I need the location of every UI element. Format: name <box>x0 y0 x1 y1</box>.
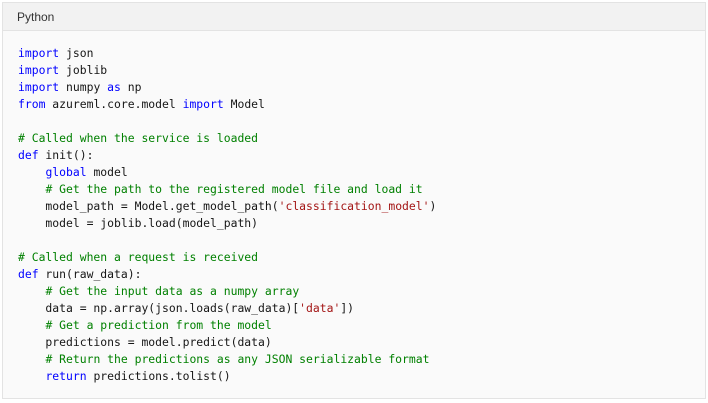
code-content[interactable]: import json import joblib import numpy as … <box>18 45 705 385</box>
code-body[interactable]: import json import joblib import numpy as … <box>3 31 705 385</box>
code-text: Model <box>223 97 265 111</box>
code-line: def init(): <box>18 147 705 164</box>
code-comment: # Get the input data as a numpy array <box>45 284 300 298</box>
code-string: 'data' <box>299 301 341 315</box>
code-keyword: from <box>18 97 46 111</box>
code-keyword: import <box>18 63 60 77</box>
code-text: model = joblib.load(model_path) <box>18 216 259 230</box>
code-keyword: import <box>18 80 60 94</box>
code-keyword: as <box>107 80 121 94</box>
code-line: # Get the path to the registered model f… <box>18 181 705 198</box>
code-line: import numpy as np <box>18 79 705 96</box>
code-text: model_path = Model.get_model_path( <box>18 199 279 213</box>
code-text: ) <box>429 199 437 213</box>
code-line: def run(raw_data): <box>18 266 705 283</box>
code-line: predictions = model.predict(data) <box>18 334 705 351</box>
code-keyword: return <box>45 369 87 383</box>
code-comment: # Called when the service is loaded <box>18 131 259 145</box>
code-line: model = joblib.load(model_path) <box>18 215 705 232</box>
code-line: # Return the predictions as any JSON ser… <box>18 351 705 368</box>
code-block: Python import json import joblib import nu… <box>2 2 706 399</box>
code-line: global model <box>18 164 705 181</box>
code-keyword: import <box>18 46 60 60</box>
code-keyword: import <box>182 97 224 111</box>
code-comment: # Get a prediction from the model <box>45 318 272 332</box>
code-line: import joblib <box>18 62 705 79</box>
code-text: joblib <box>59 63 108 77</box>
code-comment: # Called when a request is received <box>18 250 259 264</box>
code-text: numpy <box>59 80 108 94</box>
code-keyword: def <box>18 148 39 162</box>
code-text: json <box>59 46 94 60</box>
code-comment: # Return the predictions as any JSON ser… <box>45 352 430 366</box>
code-text: predictions = model.predict(data) <box>18 335 272 349</box>
code-keyword: global <box>45 165 87 179</box>
code-block-header: Python <box>3 3 705 31</box>
code-text: predictions.tolist() <box>86 369 231 383</box>
code-comment: # Get the path to the registered model f… <box>45 182 423 196</box>
code-keyword: def <box>18 267 39 281</box>
language-label: Python <box>17 9 55 24</box>
code-line: # Called when a request is received <box>18 249 705 266</box>
code-text: data = np.array(json.loads(raw_data)[ <box>18 301 300 315</box>
code-line: # Get the input data as a numpy array <box>18 283 705 300</box>
code-text: run(raw_data): <box>38 267 142 281</box>
code-line: import json <box>18 45 705 62</box>
code-text: init(): <box>38 148 94 162</box>
code-text: azureml.core.model <box>45 97 183 111</box>
code-line: return predictions.tolist() <box>18 368 705 385</box>
code-line: from azureml.core.model import Model <box>18 96 705 113</box>
code-line: model_path = Model.get_model_path('class… <box>18 198 705 215</box>
code-line: # Called when the service is loaded <box>18 130 705 147</box>
code-text: np <box>120 80 142 94</box>
code-line: data = np.array(json.loads(raw_data)['da… <box>18 300 705 317</box>
code-text: ]) <box>340 301 355 315</box>
code-line: # Get a prediction from the model <box>18 317 705 334</box>
code-text: model <box>86 165 128 179</box>
code-string: 'classification_model' <box>278 199 430 213</box>
